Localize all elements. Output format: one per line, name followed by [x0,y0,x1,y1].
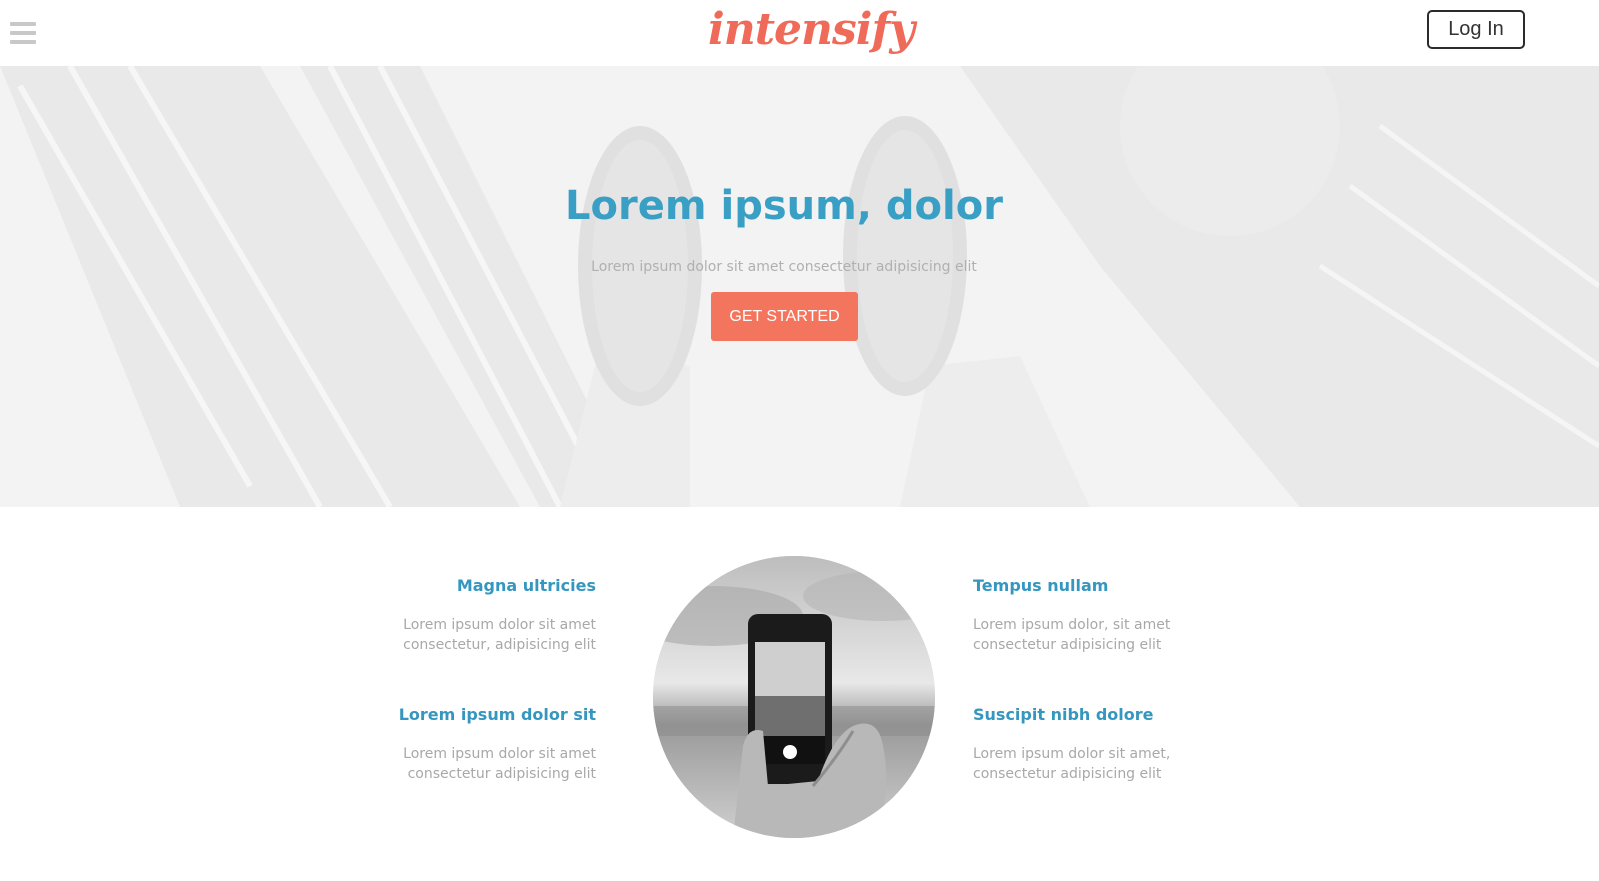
site-header: intensify Log In [0,0,1599,66]
feature-title: Suscipit nibh dolore [973,705,1154,724]
hero-subtitle: Lorem ipsum dolor sit amet consectetur a… [591,259,977,275]
hero-background-image [0,66,1599,507]
feature-text: Lorem ipsum dolor sit amet consectetur a… [403,746,596,782]
feature-title: Magna ultricies [456,576,596,595]
feature-suscipit-nibh-dolore: Suscipit nibh dolore Lorem ipsum dolor s… [973,705,1213,784]
login-button[interactable]: Log In [1427,10,1525,49]
feature-title: Lorem ipsum dolor sit [398,705,596,724]
feature-lorem-ipsum-dolor-sit: Lorem ipsum dolor sit Lorem ipsum dolor … [356,705,596,784]
hand-holding-phone-illustration [653,556,935,838]
feature-text: Lorem ipsum dolor sit amet, consectetur … [973,746,1171,782]
hero-section: Lorem ipsum, dolor Lorem ipsum dolor sit… [0,66,1599,507]
feature-text: Lorem ipsum dolor, sit amet consectetur … [973,617,1171,653]
hamburger-menu-icon[interactable] [10,22,36,46]
feature-tempus-nullam: Tempus nullam Lorem ipsum dolor, sit ame… [973,576,1213,655]
feature-text: Lorem ipsum dolor sit amet consectetur, … [403,617,596,653]
logo[interactable]: intensify [708,2,915,58]
hero-title: Lorem ipsum, dolor [565,183,1003,229]
feature-magna-ultricies: Magna ultricies Lorem ipsum dolor sit am… [356,576,596,655]
feature-title: Tempus nullam [973,576,1109,595]
phone-image [653,556,935,838]
get-started-button[interactable]: GET STARTED [711,292,858,341]
